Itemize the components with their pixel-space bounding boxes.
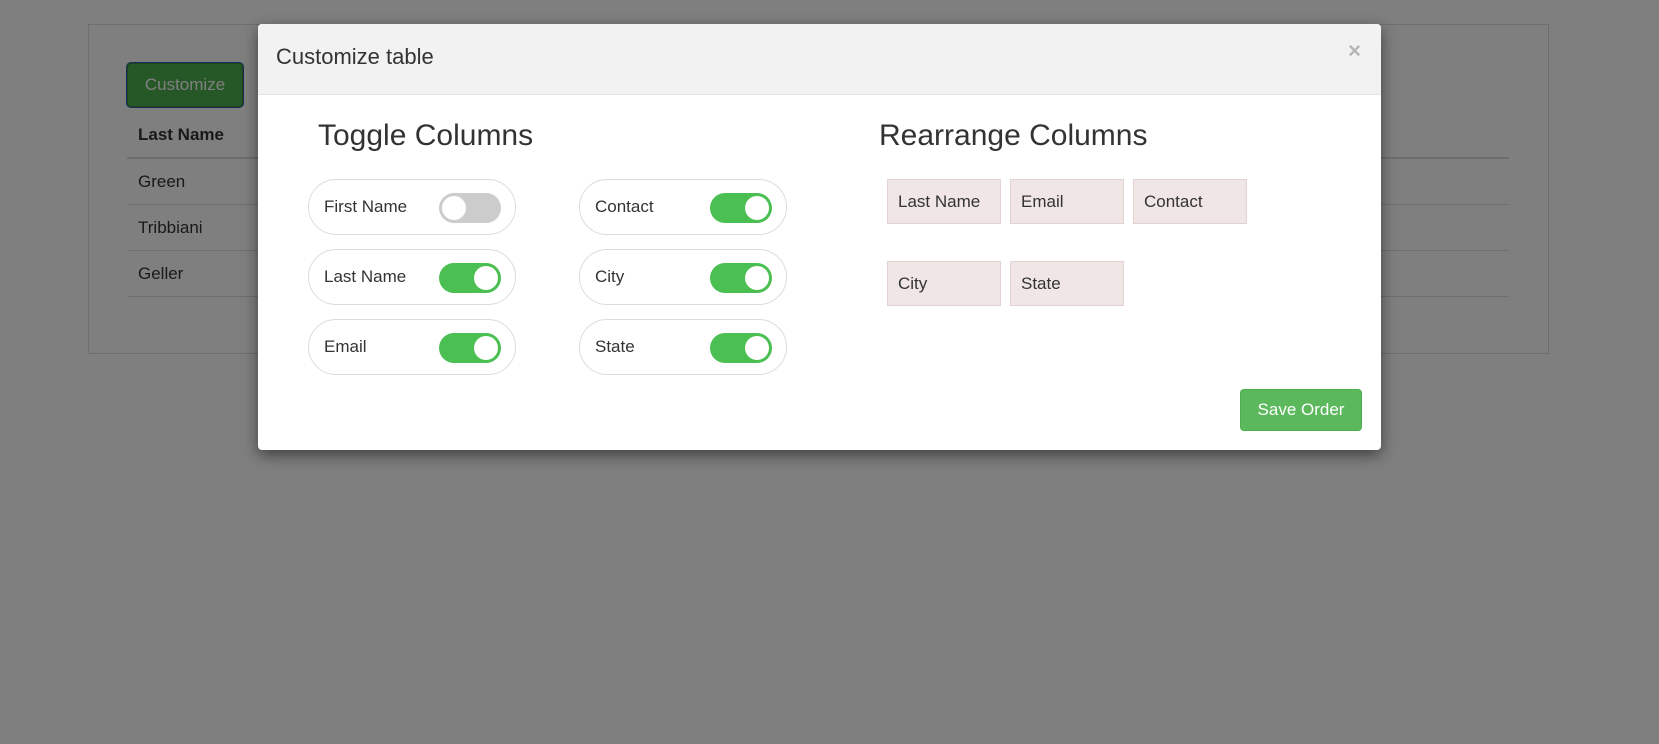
column-chip-email[interactable]: Email: [1010, 179, 1124, 224]
rearrange-columns-heading: Rearrange Columns: [879, 119, 1148, 152]
toggle-item-state: State: [579, 319, 787, 375]
rearrange-columns-list: Last Name Email Contact City State: [887, 179, 1247, 309]
close-icon[interactable]: ×: [1348, 38, 1361, 64]
save-order-button[interactable]: Save Order: [1240, 389, 1362, 431]
toggle-label: Last Name: [324, 267, 407, 286]
column-chip-state[interactable]: State: [1010, 261, 1124, 306]
switch-knob: [474, 336, 498, 360]
switch-knob: [745, 196, 769, 220]
switch-knob: [474, 266, 498, 290]
customize-table-modal: Customize table × Toggle Columns Rearran…: [258, 24, 1381, 450]
toggle-item-last-name: Last Name: [308, 249, 516, 305]
switch-knob: [745, 336, 769, 360]
toggle-item-email: Email: [308, 319, 516, 375]
modal-title: Customize table: [276, 44, 434, 69]
toggle-switch-contact[interactable]: [710, 193, 772, 223]
toggle-item-contact: Contact: [579, 179, 787, 235]
toggle-label: State: [595, 337, 635, 356]
toggle-columns-heading: Toggle Columns: [318, 119, 534, 152]
column-chip-contact[interactable]: Contact: [1133, 179, 1247, 224]
toggle-label: Email: [324, 337, 367, 356]
toggle-switch-state[interactable]: [710, 333, 772, 363]
column-chip-city[interactable]: City: [887, 261, 1001, 306]
toggle-columns-grid: First Name Contact Last Name City Email …: [308, 179, 788, 375]
toggle-item-first-name: First Name: [308, 179, 516, 235]
toggle-item-city: City: [579, 249, 787, 305]
toggle-label: Contact: [595, 197, 654, 216]
column-chip-last-name[interactable]: Last Name: [887, 179, 1001, 224]
switch-knob: [745, 266, 769, 290]
toggle-switch-email[interactable]: [439, 333, 501, 363]
modal-header: Customize table ×: [258, 24, 1381, 95]
toggle-switch-first-name[interactable]: [439, 193, 501, 223]
toggle-label: First Name: [324, 197, 408, 216]
toggle-switch-city[interactable]: [710, 263, 772, 293]
toggle-label: City: [595, 267, 625, 286]
toggle-switch-last-name[interactable]: [439, 263, 501, 293]
switch-knob: [442, 196, 466, 220]
